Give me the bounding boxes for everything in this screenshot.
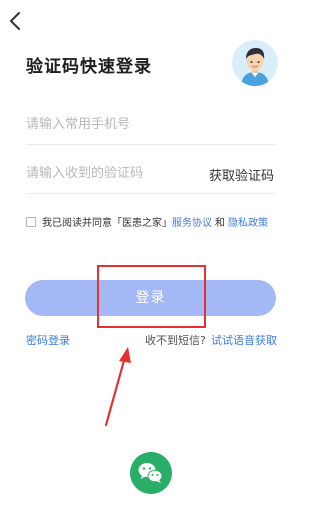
page-title: 验证码快速登录 [26, 57, 152, 77]
agreement-row: 我已阅读并同意「医患之家」 服务协议 和 隐私政策 [26, 214, 268, 229]
privacy-policy-link[interactable]: 隐私政策 [228, 214, 268, 229]
login-page: 验证码快速登录 获取验证码 我已阅读并同意「医患之家」 服务协议 和 隐私政策 … [0, 0, 300, 518]
annotation-arrow-icon [104, 347, 131, 427]
agreement-and-text: 和 [215, 218, 225, 229]
chevron-left-icon[interactable] [6, 10, 26, 32]
voice-code-link[interactable]: 试试语音获取 [211, 332, 277, 348]
phone-input[interactable] [26, 112, 206, 136]
service-agreement-link[interactable]: 服务协议 [172, 214, 212, 229]
verification-code-input[interactable] [26, 161, 206, 185]
phone-field-row [26, 104, 276, 145]
highlight-box [97, 265, 206, 328]
code-field-row: 获取验证码 [26, 153, 276, 194]
password-login-link[interactable]: 密码登录 [26, 332, 70, 348]
user-avatar-icon [232, 40, 278, 86]
wechat-icon[interactable] [130, 452, 172, 494]
get-code-button[interactable]: 获取验证码 [209, 165, 274, 184]
agreement-checkbox[interactable] [26, 216, 36, 227]
agreement-text: 我已阅读并同意「医患之家」 [42, 218, 172, 229]
no-sms-text: 收不到短信? [145, 334, 206, 347]
